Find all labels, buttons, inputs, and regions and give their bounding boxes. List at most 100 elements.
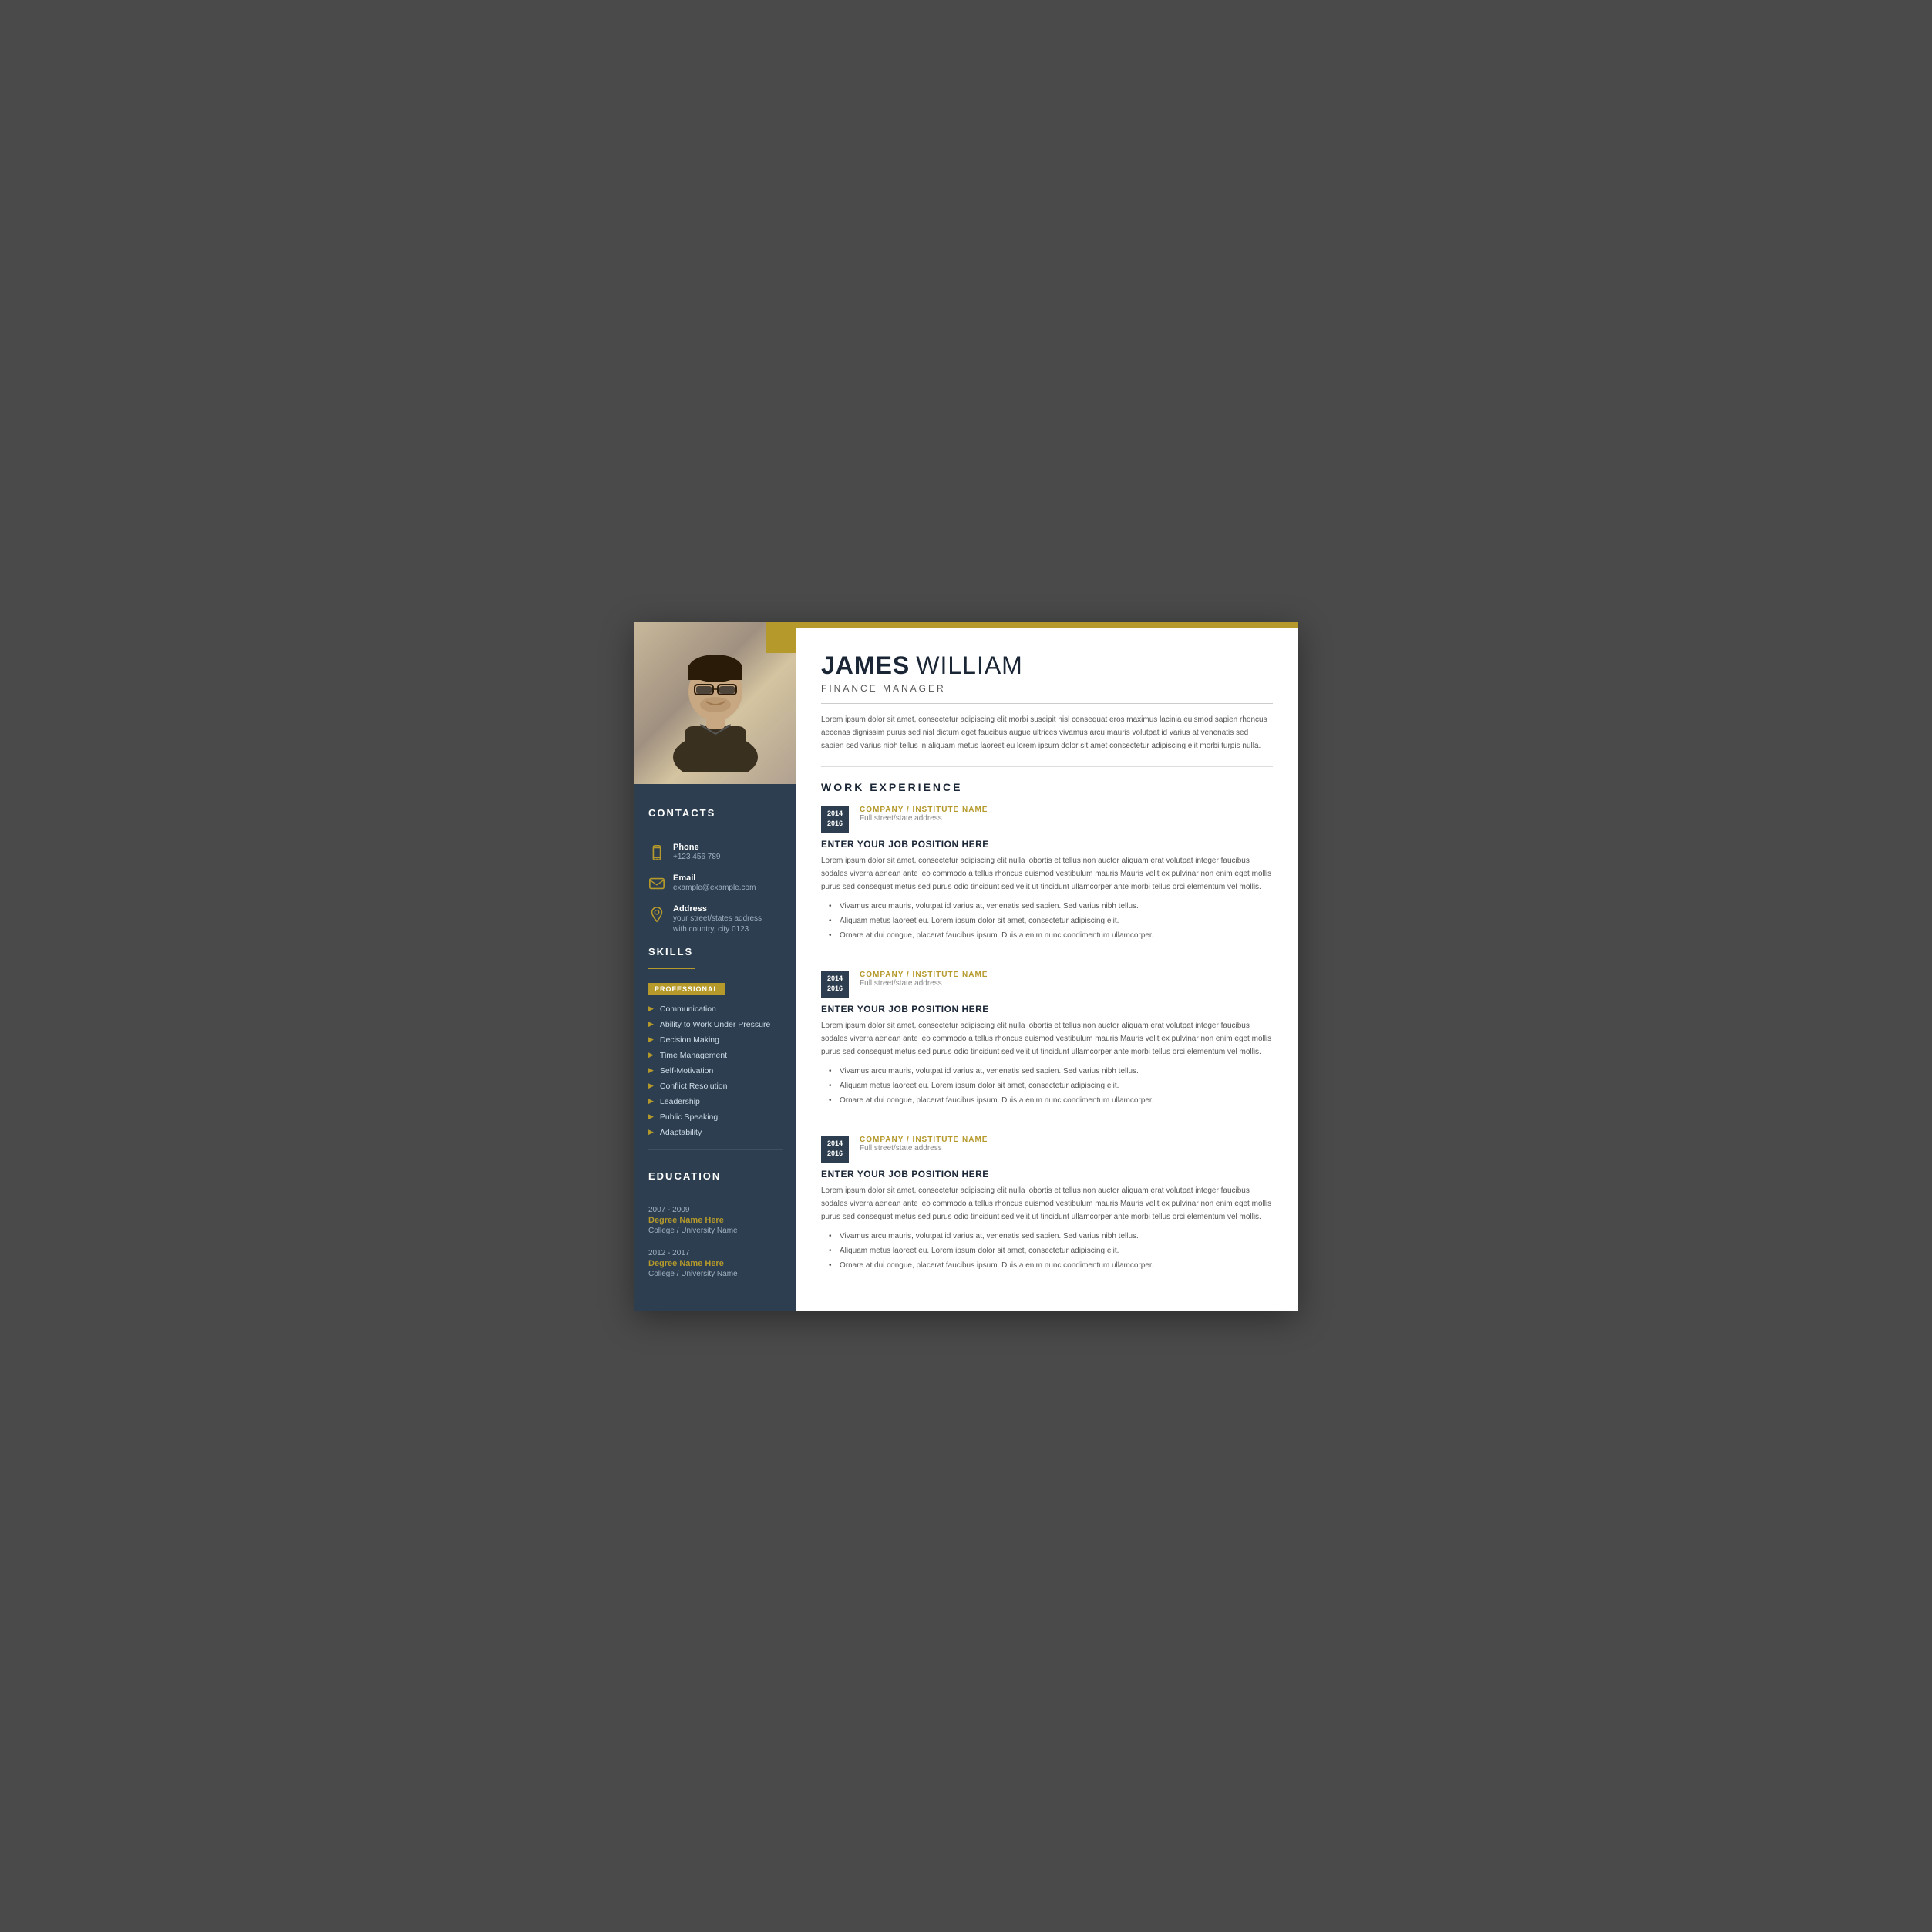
email-label: Email — [673, 873, 756, 883]
work-experience-title: WORK EXPERIENCE — [821, 781, 1273, 793]
work-header-0: 2014 2016 COMPANY / INSTITUTE NAME Full … — [821, 806, 1273, 833]
skill-item-7: ▶ Public Speaking — [648, 1112, 783, 1122]
skill-item-5: ▶ Conflict Resolution — [648, 1082, 783, 1091]
edu-degree-1: Degree Name Here — [648, 1259, 783, 1268]
job-position-1: ENTER YOUR JOB POSITION HERE — [821, 1004, 1273, 1015]
edu-school-1: College / University Name — [648, 1270, 783, 1278]
skill-item-3: ▶ Time Management — [648, 1051, 783, 1060]
year-badge-2: 2014 2016 — [821, 1136, 849, 1163]
skills-list: ▶ Communication ▶ Ability to Work Under … — [648, 1005, 783, 1137]
skill-arrow-3: ▶ — [648, 1051, 654, 1059]
job-description-0: Lorem ipsum dolor sit amet, consectetur … — [821, 854, 1273, 894]
contact-phone: Phone +123 456 789 — [648, 843, 783, 863]
job-bullets-2: Vivamus arcu mauris, volutpat id varius … — [821, 1230, 1273, 1272]
skill-item-6: ▶ Leadership — [648, 1097, 783, 1106]
sidebar: CONTACTS Phone +123 456 789 — [634, 622, 796, 1311]
skill-arrow-2: ▶ — [648, 1035, 654, 1044]
bullet-1-0: Vivamus arcu mauris, volutpat id varius … — [829, 1065, 1273, 1078]
skill-name-4: Self-Motivation — [660, 1066, 713, 1075]
main-content: JAMES WILLIAM FINANCE MANAGER Lorem ipsu… — [796, 622, 1298, 1311]
resume-paper: CONTACTS Phone +123 456 789 — [634, 622, 1298, 1311]
name-line: JAMES WILLIAM — [821, 651, 1273, 680]
edu-item-0: 2007 - 2009 Degree Name Here College / U… — [648, 1206, 783, 1235]
skills-section-title: SKILLS — [648, 946, 783, 958]
sidebar-content: CONTACTS Phone +123 456 789 — [634, 784, 796, 1311]
skill-name-2: Decision Making — [660, 1035, 719, 1045]
skills-divider — [648, 968, 695, 969]
skill-name-5: Conflict Resolution — [660, 1082, 728, 1091]
email-icon — [648, 875, 665, 892]
skills-badge: PROFESSIONAL — [648, 983, 725, 995]
work-entry-0: 2014 2016 COMPANY / INSTITUTE NAME Full … — [821, 806, 1273, 942]
work-experience-section: WORK EXPERIENCE 2014 2016 COMPANY / INST… — [821, 781, 1273, 1272]
skill-item-4: ▶ Self-Motivation — [648, 1066, 783, 1075]
company-name-1: COMPANY / INSTITUTE NAME — [860, 971, 988, 979]
bullet-2-0: Vivamus arcu mauris, volutpat id varius … — [829, 1230, 1273, 1243]
year-end-2: 2016 — [827, 1149, 843, 1160]
bullet-0-1: Aliquam metus laoreet eu. Lorem ipsum do… — [829, 914, 1273, 927]
contact-email: Email example@example.com — [648, 873, 783, 894]
job-description-2: Lorem ipsum dolor sit amet, consectetur … — [821, 1184, 1273, 1223]
skill-name-6: Leadership — [660, 1097, 700, 1106]
job-description-1: Lorem ipsum dolor sit amet, consectetur … — [821, 1019, 1273, 1059]
year-badge-1: 2014 2016 — [821, 971, 849, 998]
edu-school-0: College / University Name — [648, 1227, 783, 1235]
bullet-2-2: Ornare at dui congue, placerat faucibus … — [829, 1259, 1273, 1272]
address-label: Address — [673, 904, 762, 914]
year-badge-0: 2014 2016 — [821, 806, 849, 833]
email-value: example@example.com — [673, 883, 756, 894]
skill-name-0: Communication — [660, 1005, 716, 1014]
skill-name-1: Ability to Work Under Pressure — [660, 1020, 770, 1029]
company-info-0: COMPANY / INSTITUTE NAME Full street/sta… — [860, 806, 988, 823]
work-entry-2: 2014 2016 COMPANY / INSTITUTE NAME Full … — [821, 1136, 1273, 1272]
year-start-1: 2014 — [827, 974, 843, 985]
phone-value: +123 456 789 — [673, 852, 720, 863]
education-section-title: EDUCATION — [648, 1170, 783, 1182]
company-address-0: Full street/state address — [860, 814, 988, 823]
skill-arrow-0: ▶ — [648, 1005, 654, 1013]
resume-header: JAMES WILLIAM FINANCE MANAGER Lorem ipsu… — [821, 645, 1273, 752]
work-header-1: 2014 2016 COMPANY / INSTITUTE NAME Full … — [821, 971, 1273, 998]
address-line1: your street/states address — [673, 914, 762, 924]
edu-years-0: 2007 - 2009 — [648, 1206, 783, 1214]
summary-divider — [821, 766, 1273, 767]
phone-info: Phone +123 456 789 — [673, 843, 720, 863]
first-name: JAMES — [821, 651, 910, 680]
company-address-1: Full street/state address — [860, 979, 988, 988]
bullet-0-0: Vivamus arcu mauris, volutpat id varius … — [829, 900, 1273, 913]
job-position-0: ENTER YOUR JOB POSITION HERE — [821, 839, 1273, 850]
address-line2: with country, city 0123 — [673, 924, 762, 935]
job-bullets-1: Vivamus arcu mauris, volutpat id varius … — [821, 1065, 1273, 1107]
job-title: FINANCE MANAGER — [821, 683, 1273, 694]
contacts-section-title: CONTACTS — [648, 807, 783, 819]
job-position-2: ENTER YOUR JOB POSITION HERE — [821, 1169, 1273, 1180]
skill-arrow-8: ▶ — [648, 1128, 654, 1136]
company-name-2: COMPANY / INSTITUTE NAME — [860, 1136, 988, 1144]
job-bullets-0: Vivamus arcu mauris, volutpat id varius … — [821, 900, 1273, 942]
contact-address: Address your street/states address with … — [648, 904, 783, 935]
company-info-2: COMPANY / INSTITUTE NAME Full street/sta… — [860, 1136, 988, 1153]
company-name-0: COMPANY / INSTITUTE NAME — [860, 806, 988, 814]
bullet-1-1: Aliquam metus laoreet eu. Lorem ipsum do… — [829, 1079, 1273, 1092]
email-info: Email example@example.com — [673, 873, 756, 894]
skill-arrow-6: ▶ — [648, 1097, 654, 1106]
bullet-2-1: Aliquam metus laoreet eu. Lorem ipsum do… — [829, 1244, 1273, 1257]
skill-item-2: ▶ Decision Making — [648, 1035, 783, 1045]
skill-arrow-5: ▶ — [648, 1082, 654, 1090]
work-header-2: 2014 2016 COMPANY / INSTITUTE NAME Full … — [821, 1136, 1273, 1163]
skill-arrow-7: ▶ — [648, 1112, 654, 1121]
year-start-0: 2014 — [827, 809, 843, 820]
education-section: EDUCATION 2007 - 2009 Degree Name Here C… — [648, 1149, 783, 1278]
resume-scene: CONTACTS Phone +123 456 789 — [619, 622, 1313, 1311]
skill-item-8: ▶ Adaptability — [648, 1128, 783, 1137]
edu-degree-0: Degree Name Here — [648, 1216, 783, 1225]
skill-name-7: Public Speaking — [660, 1112, 718, 1122]
skill-item-1: ▶ Ability to Work Under Pressure — [648, 1020, 783, 1029]
header-divider — [821, 703, 1273, 704]
edu-item-1: 2012 - 2017 Degree Name Here College / U… — [648, 1249, 783, 1278]
skill-item-0: ▶ Communication — [648, 1005, 783, 1014]
skill-arrow-1: ▶ — [648, 1020, 654, 1028]
year-end-0: 2016 — [827, 819, 843, 830]
company-address-2: Full street/state address — [860, 1144, 988, 1153]
summary-text: Lorem ipsum dolor sit amet, consectetur … — [821, 713, 1273, 752]
